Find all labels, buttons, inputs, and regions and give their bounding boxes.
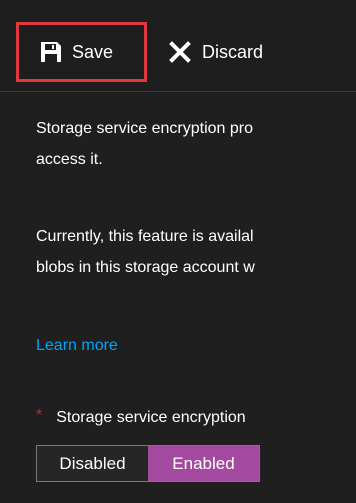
description-line-2: access it. <box>36 151 103 168</box>
required-indicator: * <box>36 407 43 424</box>
description-paragraph: Storage service encryption pro access it… <box>36 113 253 175</box>
encryption-toggle: Disabled Enabled <box>36 445 260 482</box>
discard-button[interactable]: Discard <box>168 22 308 82</box>
close-icon <box>168 40 192 64</box>
settings-blade: Save Discard Storage service encryption … <box>0 0 356 503</box>
availability-line-2: blobs in this storage account w <box>36 259 255 276</box>
availability-paragraph: Currently, this feature is availal blobs… <box>36 221 255 283</box>
availability-line-1: Currently, this feature is availal <box>36 228 254 245</box>
description-line-1: Storage service encryption pro <box>36 120 253 137</box>
save-button[interactable]: Save <box>16 22 147 82</box>
learn-more-link[interactable]: Learn more <box>36 331 118 361</box>
encryption-field-label: * Storage service encryption <box>36 404 246 432</box>
command-bar: Save Discard <box>0 0 356 103</box>
toggle-option-enabled[interactable]: Enabled <box>148 446 259 481</box>
encryption-label-text: Storage service encryption <box>56 409 246 426</box>
save-label: Save <box>72 41 114 62</box>
toggle-option-disabled[interactable]: Disabled <box>37 446 148 481</box>
save-icon <box>39 40 63 64</box>
discard-label: Discard <box>202 41 264 62</box>
